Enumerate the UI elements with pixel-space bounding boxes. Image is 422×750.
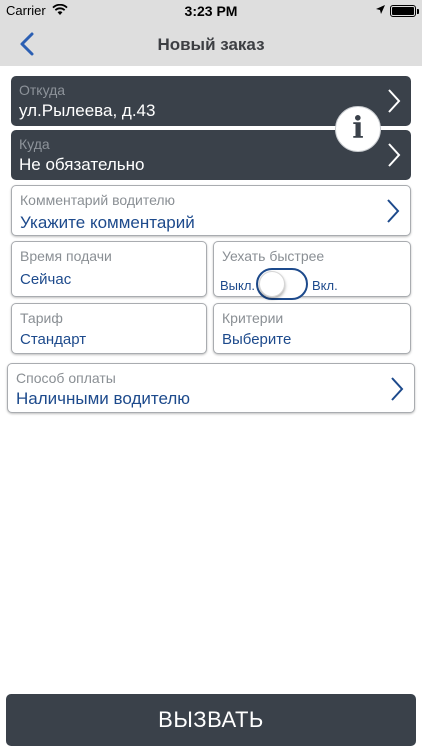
chevron-right-icon — [388, 143, 401, 167]
driver-comment-field[interactable]: Комментарий водителю Укажите комментарий — [11, 185, 411, 236]
chevron-right-icon — [387, 199, 400, 223]
pickup-time-value: Сейчас — [20, 271, 72, 288]
payment-label: Способ оплаты — [16, 370, 116, 386]
pickup-time-label: Время подачи — [20, 248, 112, 264]
comment-label: Комментарий водителю — [20, 192, 176, 208]
criteria-field[interactable]: Критерии Выберите — [213, 303, 411, 354]
from-value: ул.Рылеева, д.43 — [19, 101, 156, 120]
toggle-on-label: Вкл. — [312, 278, 338, 293]
tariff-field[interactable]: Тариф Стандарт — [11, 303, 207, 354]
navigation-bar: Новый заказ — [0, 22, 422, 66]
switch-knob — [259, 271, 285, 297]
info-icon[interactable]: i — [335, 106, 381, 152]
toggle-off-label: Выкл. — [220, 278, 256, 293]
tariff-label: Тариф — [20, 310, 63, 326]
status-time: 3:23 PM — [184, 3, 238, 19]
comment-value: Укажите комментарий — [20, 213, 195, 232]
location-arrow-icon — [376, 5, 385, 14]
tariff-value: Стандарт — [20, 331, 87, 348]
pickup-time-field[interactable]: Время подачи Сейчас — [11, 241, 207, 297]
go-faster-label: Уехать быстрее — [222, 248, 325, 264]
page-title: Новый заказ — [157, 35, 265, 54]
chevron-right-icon — [391, 377, 404, 401]
from-label: Откуда — [19, 82, 66, 98]
battery-icon — [390, 5, 419, 17]
go-faster-field: Уехать быстрее Выкл. Вкл. — [213, 241, 411, 300]
criteria-value: Выберите — [222, 331, 292, 348]
chevron-right-icon — [388, 89, 401, 113]
payment-value: Наличными водителю — [16, 389, 191, 408]
to-value: Не обязательно — [19, 155, 145, 174]
to-label: Куда — [19, 136, 50, 152]
criteria-label: Критерии — [222, 310, 284, 326]
call-taxi-button[interactable]: ВЫЗВАТЬ — [6, 694, 416, 746]
payment-method-field[interactable]: Способ оплаты Наличными водителю — [7, 363, 415, 413]
status-bar: Carrier 3:23 PM — [0, 0, 422, 22]
go-faster-switch[interactable] — [256, 268, 308, 300]
